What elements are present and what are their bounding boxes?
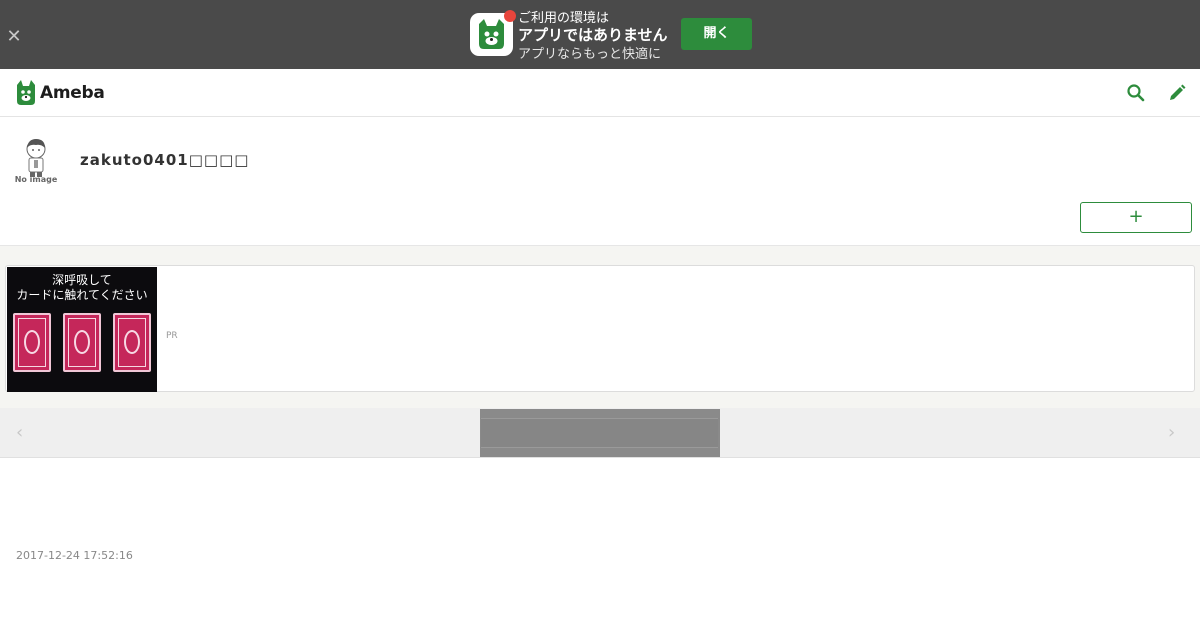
search-icon[interactable]	[1126, 83, 1146, 103]
close-icon[interactable]: ✕	[6, 28, 22, 46]
follow-button[interactable]: +	[1080, 202, 1192, 233]
site-header: Ameba	[0, 69, 1200, 117]
tarot-card	[113, 313, 151, 372]
logo-text: Ameba	[40, 83, 105, 103]
ameba-logo[interactable]: Ameba	[15, 80, 105, 106]
banner-text-line2: アプリではありません	[518, 26, 668, 44]
ad-pr-label: PR	[166, 331, 178, 341]
tarot-card	[13, 313, 51, 372]
chevron-right-icon[interactable]: ›	[1168, 424, 1184, 442]
open-app-button[interactable]: 開く	[681, 18, 752, 50]
pager-center-block	[480, 409, 720, 457]
notification-badge	[504, 10, 516, 22]
pager-strip: ‹ ›	[0, 408, 1200, 458]
tarot-card	[63, 313, 101, 372]
ad-image-text-line2: カードに触れてください	[16, 288, 148, 302]
ad-card[interactable]: 深呼吸して カードに触れてください PR	[5, 265, 1195, 392]
blog-profile: No image zakuto0401□□□□ +	[0, 117, 1200, 245]
app-banner: ✕ ご利用の環境は アプリではありません アプリならもっと快適に 開く	[0, 0, 1200, 69]
blog-title[interactable]: zakuto0401□□□□	[80, 151, 249, 169]
banner-text-line3: アプリならもっと快適に	[518, 47, 662, 62]
ad-section: 深呼吸して カードに触れてください PR	[0, 245, 1200, 409]
chevron-left-icon[interactable]: ‹	[16, 424, 32, 442]
post-timestamp: 2017-12-24 17:52:16	[16, 549, 133, 562]
ameba-logo-icon	[17, 80, 35, 105]
pencil-icon[interactable]	[1167, 83, 1187, 103]
avatar-caption: No image	[14, 175, 58, 184]
ad-image: 深呼吸して カードに触れてください	[7, 267, 157, 392]
